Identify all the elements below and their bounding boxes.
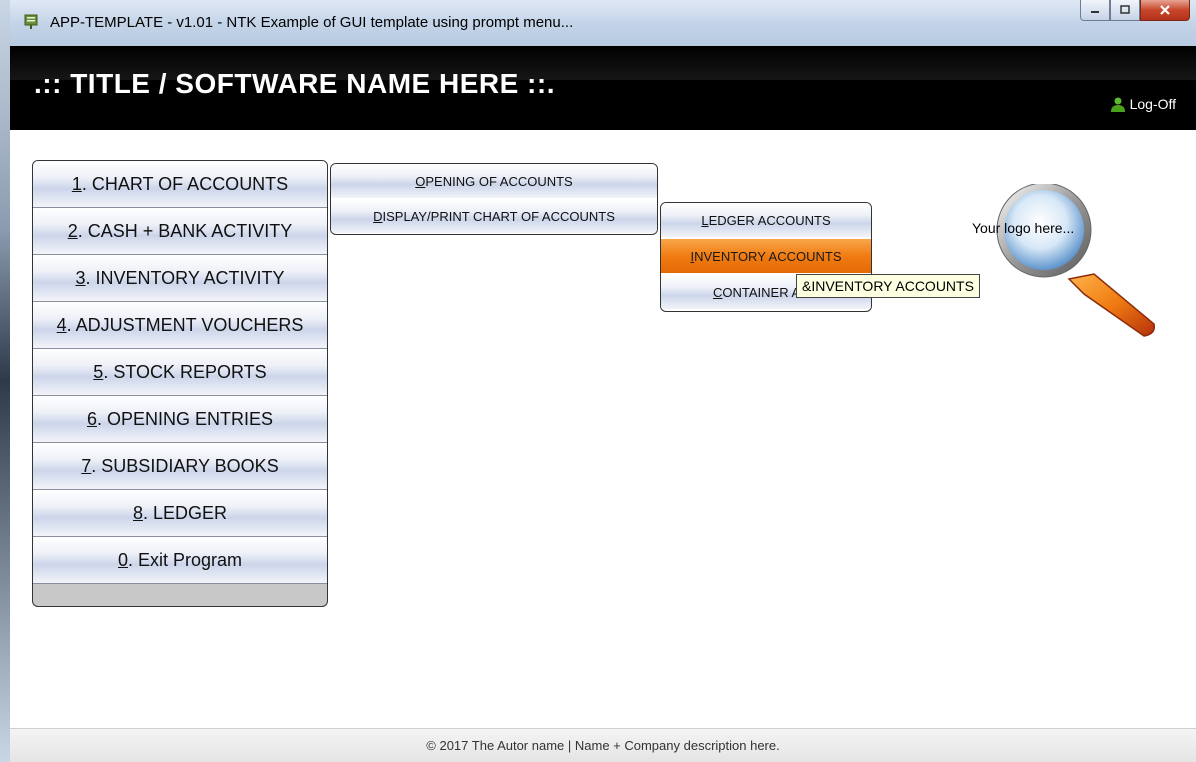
submenu-item-hotkey: C [713, 284, 723, 300]
menu-item-label: . Exit Program [127, 549, 243, 570]
submenu-item-hotkey: O [415, 173, 426, 189]
user-icon [1110, 97, 1125, 112]
magnifier-icon [996, 184, 1156, 337]
maximize-button[interactable] [1110, 0, 1140, 21]
minimize-icon [1091, 11, 1099, 13]
close-icon [1160, 5, 1170, 15]
submenu-item-hotkey: L [701, 212, 709, 228]
logo-text: Your logo here... [972, 220, 1075, 236]
menu-item-hotkey: 5 [93, 361, 104, 382]
main-content: 1. CHART OF ACCOUNTS 2. CASH + BANK ACTI… [10, 130, 1196, 728]
footer-text: © 2017 The Autor name | Name + Company d… [426, 738, 780, 753]
menu-item-hotkey: 1 [71, 173, 82, 194]
menu-item-label: . OPENING ENTRIES [96, 408, 274, 429]
menu-item-label: . CASH + BANK ACTIVITY [77, 220, 293, 241]
menu-item-cash-bank-activity[interactable]: 2. CASH + BANK ACTIVITY [33, 208, 327, 255]
submenu-item-inventory-accounts[interactable]: I NVENTORY ACCOUNTS [661, 239, 871, 273]
main-menu: 1. CHART OF ACCOUNTS 2. CASH + BANK ACTI… [32, 160, 328, 607]
menu-item-stock-reports[interactable]: 5. STOCK REPORTS [33, 349, 327, 396]
app-icon [24, 14, 38, 29]
menu-item-ledger[interactable]: 8. LEDGER [33, 490, 327, 537]
chart-of-accounts-submenu: O PENING OF ACCOUNTS D ISPLAY/PRINT CHART … [330, 163, 658, 235]
desktop-edge [0, 0, 10, 762]
page-title: .:: TITLE / SOFTWARE NAME HERE ::. [34, 68, 555, 99]
app-window: APP-TEMPLATE - v1.01 - NTK Example of GU… [0, 0, 1196, 762]
menu-item-subsidiary-books[interactable]: 7. SUBSIDIARY BOOKS [33, 443, 327, 490]
menu-item-label: . ADJUSTMENT VOUCHERS [66, 314, 304, 335]
submenu-item-display-print-chart[interactable]: D ISPLAY/PRINT CHART OF ACCOUNTS [331, 199, 657, 233]
submenu-item-label: NVENTORY ACCOUNTS [694, 248, 842, 264]
menu-item-label: . INVENTORY ACTIVITY [85, 267, 285, 288]
footer: © 2017 The Autor name | Name + Company d… [10, 728, 1196, 762]
window-title: APP-TEMPLATE - v1.01 - NTK Example of GU… [50, 14, 574, 31]
window-controls [1080, 0, 1190, 21]
title-bar[interactable]: APP-TEMPLATE - v1.01 - NTK Example of GU… [10, 0, 1196, 46]
logoff-link[interactable]: Log-Off [1110, 96, 1176, 112]
submenu-item-label: EDGER ACCOUNTS [708, 212, 831, 228]
menu-item-adjustment-vouchers[interactable]: 4. ADJUSTMENT VOUCHERS [33, 302, 327, 349]
menu-item-label: . CHART OF ACCOUNTS [81, 173, 289, 194]
menu-item-label: . SUBSIDIARY BOOKS [91, 455, 279, 476]
menu-item-opening-entries[interactable]: 6. OPENING ENTRIES [33, 396, 327, 443]
menu-item-hotkey: 2 [67, 220, 78, 241]
menu-item-hotkey: 0 [117, 549, 128, 570]
menu-item-hotkey: 6 [86, 408, 97, 429]
submenu-item-ledger-accounts[interactable]: L EDGER ACCOUNTS [661, 203, 871, 237]
menu-item-exit-program[interactable]: 0. Exit Program [33, 537, 327, 584]
menu-item-label: . LEDGER [142, 502, 228, 523]
logoff-label: Log-Off [1129, 96, 1176, 112]
submenu-item-hotkey: D [373, 208, 383, 224]
maximize-icon [1120, 5, 1130, 14]
menu-item-label: . STOCK REPORTS [103, 361, 267, 382]
app-header: .:: TITLE / SOFTWARE NAME HERE ::. Log-O… [10, 46, 1196, 130]
minimize-button[interactable] [1080, 0, 1110, 21]
menu-item-hotkey: 7 [81, 455, 92, 476]
submenu-item-label: PENING OF ACCOUNTS [425, 173, 573, 189]
menu-item-hotkey: 8 [132, 502, 143, 523]
menu-item-hotkey: 3 [75, 267, 86, 288]
menu-item-hotkey: 4 [56, 314, 67, 335]
submenu-item-label: ISPLAY/PRINT CHART OF ACCOUNTS [382, 208, 615, 224]
menu-item-chart-of-accounts[interactable]: 1. CHART OF ACCOUNTS [33, 161, 327, 208]
close-button[interactable] [1140, 0, 1190, 21]
menu-item-inventory-activity[interactable]: 3. INVENTORY ACTIVITY [33, 255, 327, 302]
submenu-item-opening-of-accounts[interactable]: O PENING OF ACCOUNTS [331, 164, 657, 198]
